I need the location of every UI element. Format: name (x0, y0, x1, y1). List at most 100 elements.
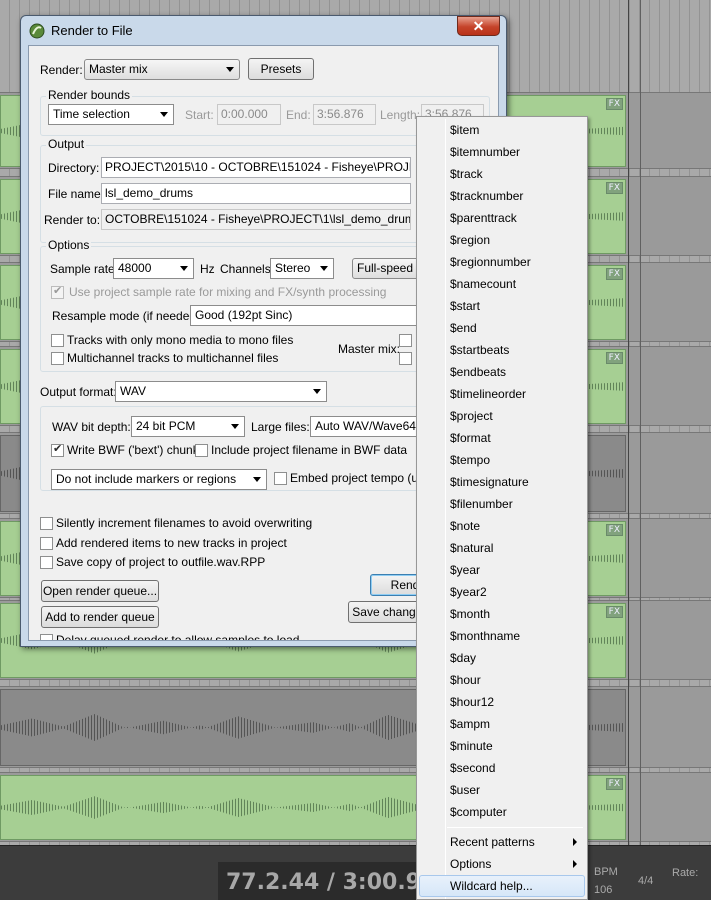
multichannel-label: Multichannel tracks to multichannel file… (67, 351, 279, 365)
menu-item-wildcard[interactable]: $user (419, 779, 585, 801)
menu-item-wildcard[interactable]: $region (419, 229, 585, 251)
open-render-queue-button[interactable]: Open render queue... (41, 580, 159, 602)
start-field[interactable]: 0:00.000 (217, 104, 281, 125)
silently-increment-checkbox[interactable] (40, 517, 53, 530)
menu-item-wildcard[interactable]: $timesignature (419, 471, 585, 493)
menu-item-wildcard[interactable]: $natural (419, 537, 585, 559)
filename-input[interactable]: lsl_demo_drums (101, 183, 411, 204)
master-mix-option-2-checkbox[interactable] (399, 352, 412, 365)
multichannel-checkbox[interactable] (51, 352, 64, 365)
menu-item-wildcard[interactable]: $end (419, 317, 585, 339)
menu-item-wildcard[interactable]: $note (419, 515, 585, 537)
markers-select[interactable]: Do not include markers or regions (51, 469, 267, 490)
presets-button[interactable]: Presets (248, 58, 314, 80)
delay-queued-checkbox[interactable] (40, 634, 53, 640)
track-lane[interactable]: FX (0, 772, 711, 842)
menu-item-wildcard[interactable]: $tracknumber (419, 185, 585, 207)
menu-item-wildcard-help[interactable]: Wildcard help... (419, 875, 585, 897)
menu-item-label: $year (450, 563, 481, 577)
menu-item-wildcard[interactable]: $format (419, 427, 585, 449)
save-copy-checkbox[interactable] (40, 556, 53, 569)
silently-increment-label: Silently increment filenames to avoid ov… (56, 516, 313, 530)
fx-icon[interactable]: FX (605, 268, 623, 280)
write-bwf-checkbox[interactable] (51, 442, 64, 457)
menu-item-recent-patterns[interactable]: Recent patterns (419, 831, 585, 853)
menu-item-wildcard[interactable]: $year (419, 559, 585, 581)
menu-item-wildcard[interactable]: $parenttrack (419, 207, 585, 229)
fx-icon[interactable]: FX (605, 606, 623, 618)
menu-item-wildcard[interactable]: $ampm (419, 713, 585, 735)
menu-item-wildcard[interactable]: $hour12 (419, 691, 585, 713)
use-project-rate-checkbox[interactable] (51, 284, 64, 299)
fx-icon[interactable]: FX (605, 778, 623, 790)
menu-item-wildcard[interactable]: $second (419, 757, 585, 779)
menu-item-label: $project (450, 409, 493, 423)
menu-item-wildcard[interactable]: $hour (419, 669, 585, 691)
samplerate-select[interactable]: 48000 (113, 258, 194, 279)
menu-separator (447, 827, 583, 828)
output-format-select[interactable]: WAV (115, 381, 327, 402)
directory-input[interactable]: PROJECT\2015\10 - OCTOBRE\151024 - Fishe… (101, 157, 411, 178)
options-label: Options (46, 238, 92, 252)
menu-item-wildcard[interactable]: $endbeats (419, 361, 585, 383)
wav-bitdepth-select[interactable]: 24 bit PCM (131, 416, 245, 437)
timecode-display[interactable]: 77.2.44 / 3:00.93 (218, 862, 436, 900)
include-filename-bwf-checkbox[interactable] (195, 444, 208, 457)
mono-tracks-label: Tracks with only mono media to mono file… (67, 333, 294, 347)
close-button[interactable]: ✕ (457, 16, 500, 36)
bounds-value: Time selection (53, 107, 130, 121)
end-field[interactable]: 3:56.876 (313, 104, 376, 125)
fx-icon[interactable]: FX (605, 524, 623, 536)
add-to-render-queue-button[interactable]: Add to render queue (41, 606, 159, 628)
menu-item-label: $end (450, 321, 477, 335)
large-files-select[interactable]: Auto WAV/Wave64 (310, 416, 422, 437)
large-files-value: Auto WAV/Wave64 (315, 419, 416, 433)
render-to-path: OCTOBRE\151024 - Fisheye\PROJECT\1\lsl_d… (101, 209, 411, 230)
menu-item-wildcard[interactable]: $tempo (419, 449, 585, 471)
render-bounds-label: Render bounds (46, 88, 133, 102)
menu-item-wildcard[interactable]: $monthname (419, 625, 585, 647)
menu-item-wildcard[interactable]: $timelineorder (419, 383, 585, 405)
channels-select[interactable]: Stereo (270, 258, 334, 279)
menu-item-wildcard[interactable]: $item (419, 119, 585, 141)
menu-item-wildcard[interactable]: $project (419, 405, 585, 427)
embed-tempo-checkbox[interactable] (274, 472, 287, 485)
menu-item-label: $endbeats (450, 365, 507, 379)
menu-item-wildcard[interactable]: $year2 (419, 581, 585, 603)
fx-icon[interactable]: FX (605, 98, 623, 110)
bounds-select[interactable]: Time selection (48, 104, 174, 125)
resample-select[interactable]: Good (192pt Sinc) (190, 305, 421, 326)
menu-item-wildcard[interactable]: $month (419, 603, 585, 625)
menu-item-options[interactable]: Options (419, 853, 585, 875)
menu-item-label: $hour12 (450, 695, 495, 709)
fx-icon[interactable]: FX (605, 352, 623, 364)
time-signature[interactable]: 4/4 (638, 875, 653, 887)
save-changes-button[interactable]: Save chang (348, 601, 420, 623)
dialog-titlebar[interactable]: Render to File ✕ (21, 16, 506, 44)
menu-item-wildcard[interactable]: $minute (419, 735, 585, 757)
dialog-title: Render to File (51, 23, 133, 38)
fx-icon[interactable]: FX (605, 182, 623, 194)
options-label: Options (450, 857, 492, 871)
menu-item-wildcard[interactable]: $startbeats (419, 339, 585, 361)
menu-item-wildcard[interactable]: $day (419, 647, 585, 669)
chevron-down-icon (226, 67, 234, 72)
menu-item-wildcard[interactable]: $itemnumber (419, 141, 585, 163)
render-source-select[interactable]: Master mix (84, 59, 240, 80)
menu-item-wildcard[interactable]: $namecount (419, 273, 585, 295)
menu-item-wildcard[interactable]: $regionnumber (419, 251, 585, 273)
bpm-value[interactable]: 106 (594, 884, 612, 896)
add-rendered-checkbox[interactable] (40, 537, 53, 550)
track-lane[interactable] (0, 686, 711, 768)
reaper-logo-icon (29, 23, 45, 39)
menu-item-wildcard[interactable]: $track (419, 163, 585, 185)
menu-item-label: $itemnumber (450, 145, 521, 159)
menu-item-wildcard[interactable]: $start (419, 295, 585, 317)
menu-item-wildcard[interactable]: $computer (419, 801, 585, 823)
menu-item-wildcard[interactable]: $filenumber (419, 493, 585, 515)
menu-item-label: $hour (450, 673, 481, 687)
master-mix-option-1-checkbox[interactable] (399, 334, 412, 347)
mono-tracks-checkbox[interactable] (51, 334, 64, 347)
timecode-text: 77.2.44 / 3:00.93 (226, 870, 437, 895)
render-speed-select[interactable]: Full-speed O (352, 258, 422, 279)
